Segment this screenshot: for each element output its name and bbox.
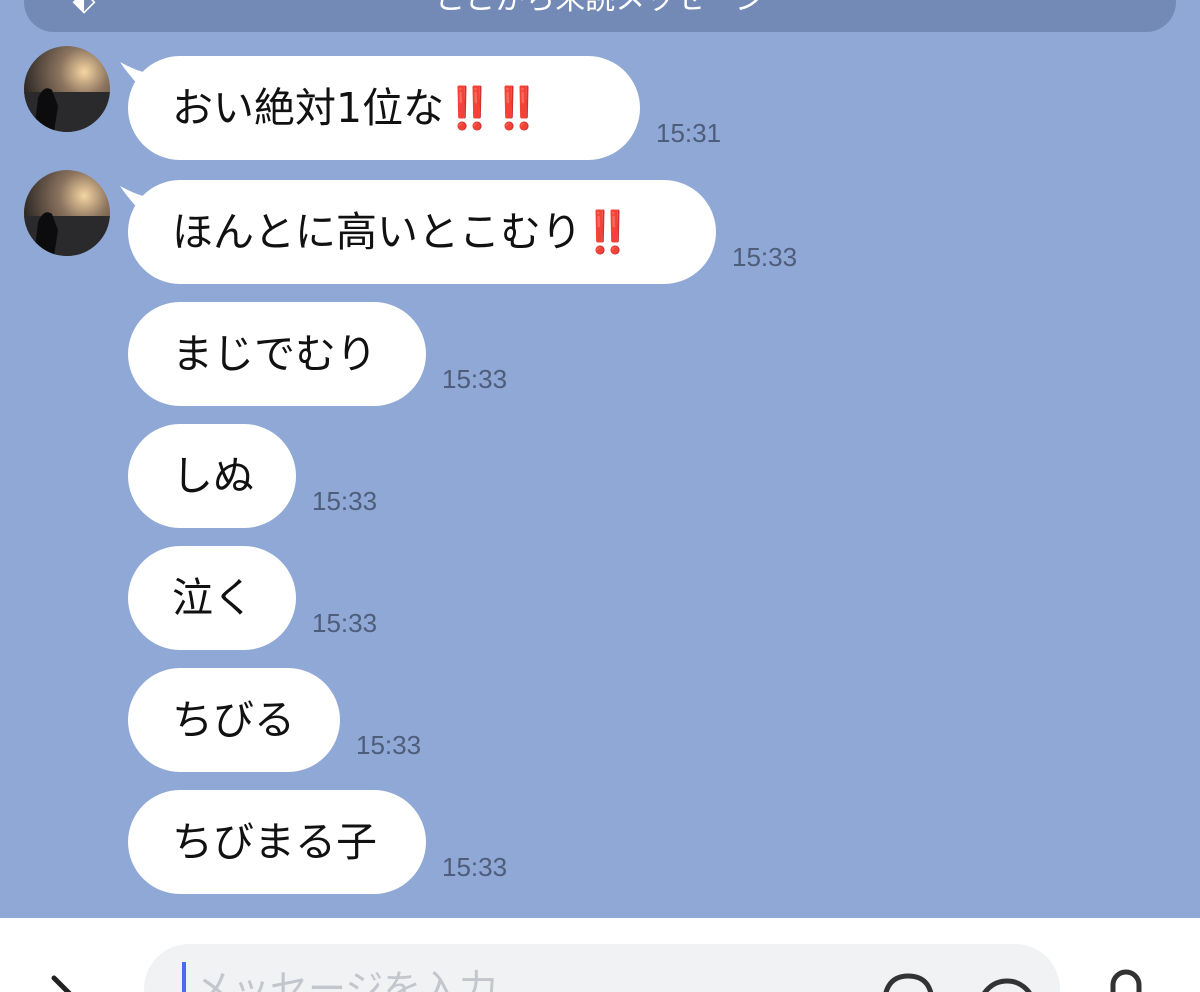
message-bubble[interactable]: おい絶対1位な‼️‼️ [128, 56, 640, 160]
sticker-icon[interactable] [878, 968, 938, 992]
message-bubble[interactable]: ほんとに高いとこむり‼️ [128, 180, 716, 284]
message-row: しぬ 15:33 [0, 424, 1200, 530]
message-text: 泣く [172, 574, 254, 622]
message-time: 15:33 [356, 730, 422, 760]
message-bubble[interactable]: ちびる [128, 668, 340, 772]
message-time: 15:33 [312, 608, 378, 638]
tag-icon: ⬖ [72, 0, 96, 18]
message-time: 15:33 [732, 242, 798, 272]
message-row: ほんとに高いとこむり‼️ 15:33 [0, 170, 1200, 286]
message-time: 15:33 [442, 852, 508, 882]
message-text: ちびる [172, 696, 295, 744]
message-time: 15:33 [312, 486, 378, 516]
double-exclamation-icon: ‼️ [582, 208, 633, 256]
avatar[interactable] [24, 170, 110, 256]
avatar[interactable] [24, 46, 110, 132]
message-row: おい絶対1位な‼️‼️ 15:31 [0, 46, 1200, 162]
message-row: 泣く 15:33 [0, 546, 1200, 652]
message-bubble[interactable]: しぬ [128, 424, 296, 528]
message-row: まじでむり 15:33 [0, 302, 1200, 408]
chat-area: ⬖ ここから未読メッセージ おい絶対1位な‼️‼️ 15:31 [0, 0, 1200, 918]
unread-divider: ⬖ ここから未読メッセージ [24, 0, 1176, 32]
double-exclamation-icon: ‼️‼️ [444, 84, 542, 132]
text-caret [182, 962, 186, 992]
message-text: ちびまる子 [172, 818, 377, 866]
message-input-bar: メッセージを入力 [0, 918, 1200, 992]
message-text: まじでむり [172, 330, 377, 378]
message-text: おい絶対1位な [172, 84, 445, 132]
message-time: 15:33 [442, 364, 508, 394]
chevron-right-icon[interactable] [46, 974, 96, 992]
message-bubble[interactable]: ちびまる子 [128, 790, 426, 894]
message-row: ちびまる子 15:33 [0, 790, 1200, 896]
emoji-icon[interactable] [976, 968, 1038, 992]
message-text: しぬ [172, 452, 254, 500]
message-time: 15:31 [656, 118, 722, 148]
unread-label: ここから未読メッセージ [435, 0, 764, 17]
message-row: ちびる 15:33 [0, 668, 1200, 774]
microphone-icon[interactable] [1110, 964, 1142, 992]
message-bubble[interactable]: まじでむり [128, 302, 426, 406]
message-text: ほんとに高いとこむり [172, 208, 582, 256]
message-bubble[interactable]: 泣く [128, 546, 296, 650]
